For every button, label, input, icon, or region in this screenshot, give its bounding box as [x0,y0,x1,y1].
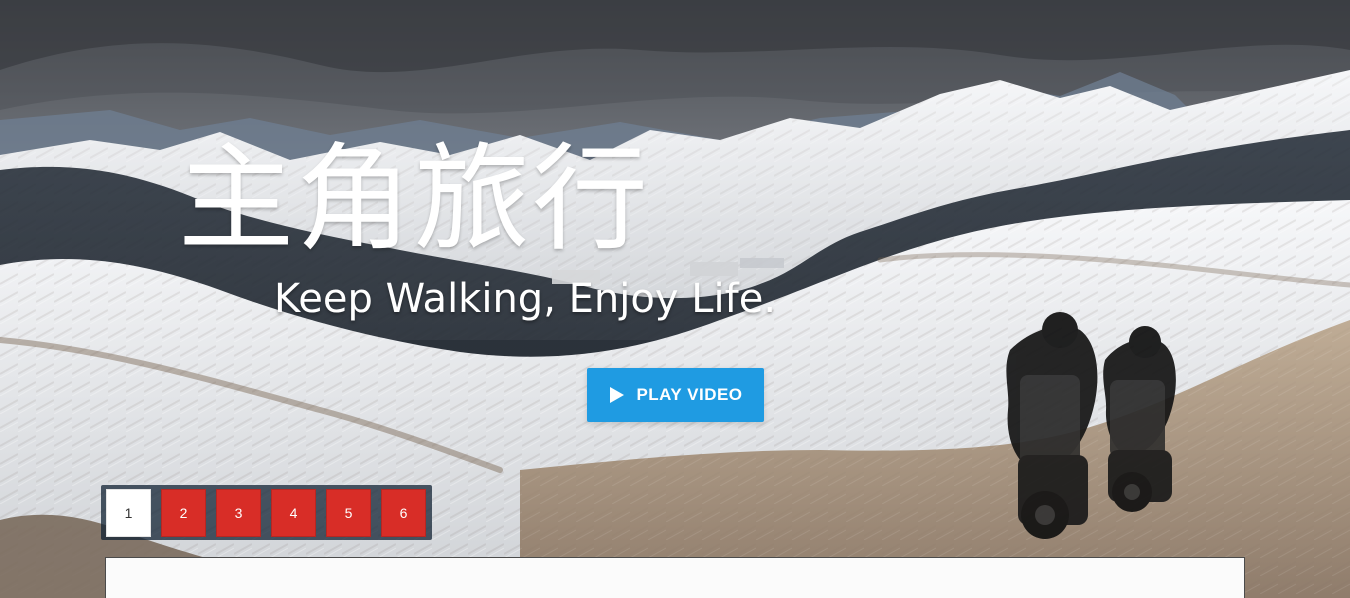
pager-page-6[interactable]: 6 [381,489,426,537]
site-title: 主角旅行 [178,132,650,267]
slideshow-pager: 1 2 3 4 5 6 [101,485,432,540]
play-icon [610,387,625,403]
pager-page-4[interactable]: 4 [271,489,316,537]
site-tagline: Keep Walking, Enjoy Life. [274,276,777,322]
pager-page-3[interactable]: 3 [216,489,261,537]
play-video-button[interactable]: PLAY VIDEO [587,368,764,422]
play-video-label: PLAY VIDEO [636,385,743,404]
pager-page-5[interactable]: 5 [326,489,371,537]
hero-section: 主角旅行 Keep Walking, Enjoy Life. PLAY VIDE… [0,0,1350,598]
pager-page-2[interactable]: 2 [161,489,206,537]
pager-page-1[interactable]: 1 [106,489,151,537]
content-panel [105,557,1245,598]
